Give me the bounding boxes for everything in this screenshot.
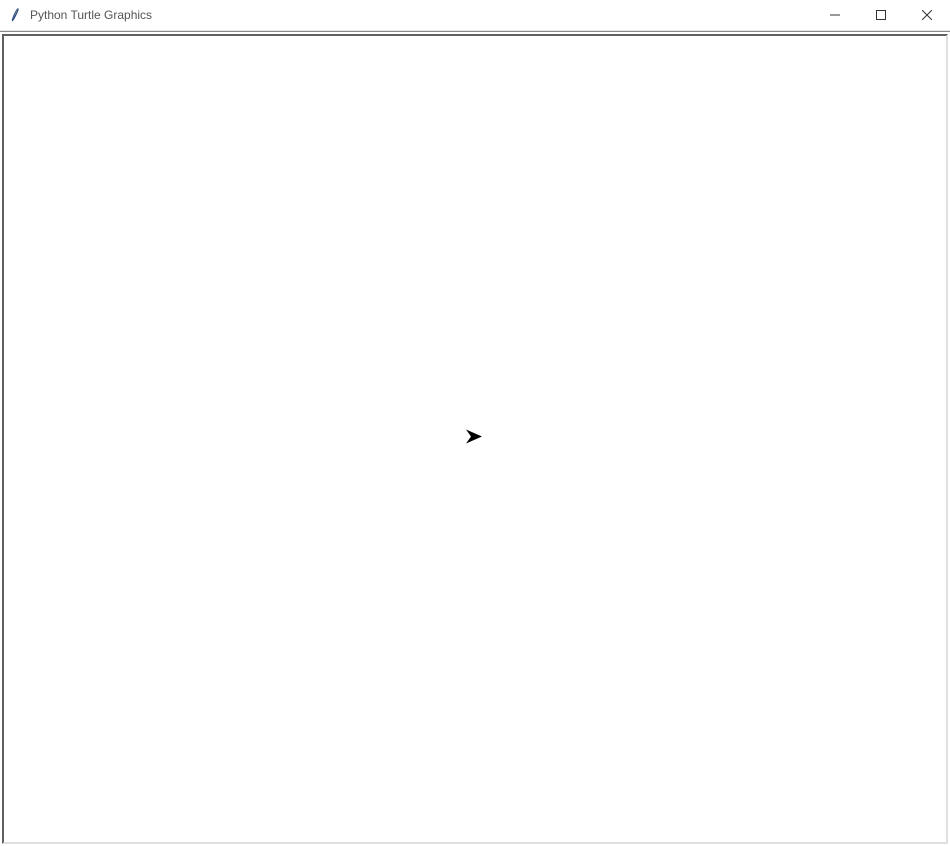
- turtle-canvas[interactable]: [2, 34, 948, 844]
- minimize-button[interactable]: [812, 0, 858, 30]
- titlebar[interactable]: Python Turtle Graphics: [0, 0, 950, 31]
- turtle-cursor-icon: [466, 430, 484, 449]
- application-window: Python Turtle Graphics: [0, 0, 950, 846]
- content-wrapper: [0, 31, 950, 846]
- python-feather-icon: [8, 7, 24, 23]
- close-button[interactable]: [904, 0, 950, 30]
- window-controls: [812, 0, 950, 30]
- window-title: Python Turtle Graphics: [30, 8, 812, 22]
- maximize-button[interactable]: [858, 0, 904, 30]
